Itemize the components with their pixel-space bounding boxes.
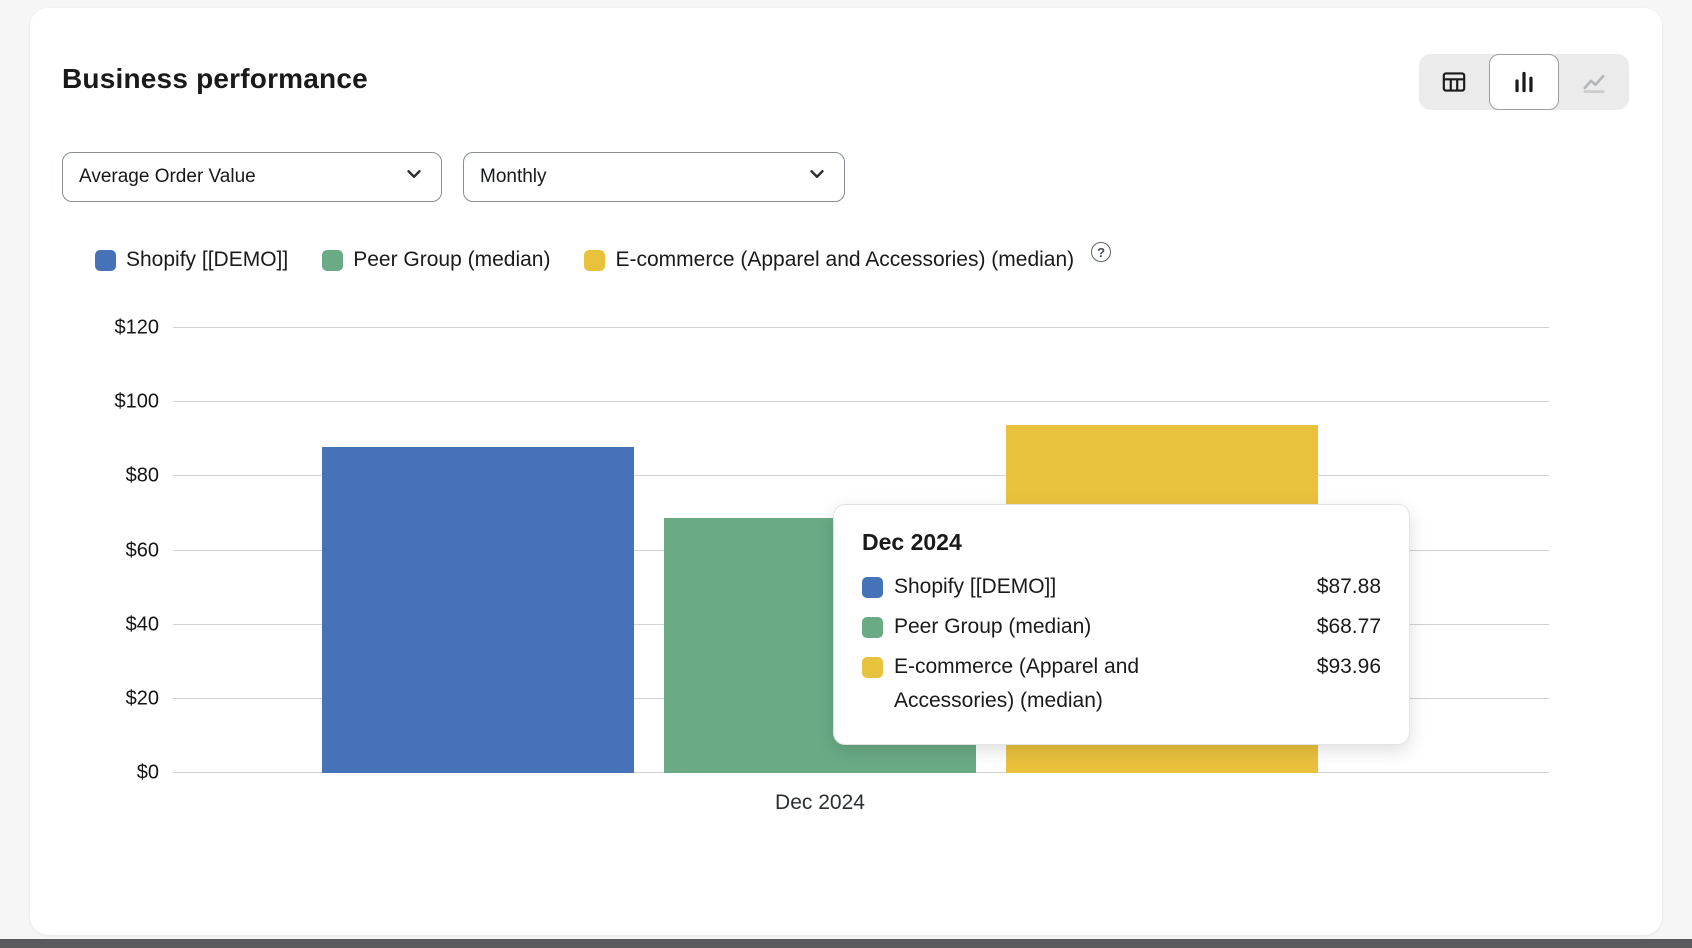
chart-legend: Shopify [[DEMO]] Peer Group (median) E-c…	[95, 248, 1111, 272]
legend-label: Peer Group (median)	[353, 248, 550, 272]
help-icon[interactable]: ?	[1091, 242, 1111, 262]
line-chart-icon	[1579, 67, 1609, 97]
tooltip-swatch	[862, 577, 883, 598]
y-axis-tick: $120	[115, 317, 160, 340]
tooltip-value: $93.96	[1212, 650, 1381, 684]
tooltip-swatch	[862, 617, 883, 638]
legend-item-ecommerce: E-commerce (Apparel and Accessories) (me…	[584, 248, 1111, 272]
period-select[interactable]: Monthly	[463, 152, 845, 202]
tooltip-row: Peer Group (median) $68.77	[862, 610, 1381, 644]
chevron-down-icon	[403, 163, 425, 191]
chart-tooltip: Dec 2024 Shopify [[DEMO]] $87.88 Peer Gr…	[833, 504, 1410, 745]
tooltip-title: Dec 2024	[862, 529, 1381, 556]
y-axis: $0$20$40$60$80$100$120	[30, 328, 159, 773]
y-axis-tick: $100	[115, 391, 160, 414]
legend-label: Shopify [[DEMO]]	[126, 248, 288, 272]
legend-swatch	[584, 250, 605, 271]
y-axis-tick: $60	[126, 539, 159, 562]
x-axis-label: Dec 2024	[775, 791, 865, 815]
legend-item-shopify: Shopify [[DEMO]]	[95, 248, 288, 272]
table-view-button[interactable]	[1419, 54, 1489, 110]
bar-shopify-demo[interactable]	[322, 447, 634, 773]
tooltip-value: $87.88	[1212, 570, 1381, 604]
tooltip-label: E-commerce (Apparel and Accessories) (me…	[894, 650, 1212, 718]
tooltip-value: $68.77	[1212, 610, 1381, 644]
business-performance-card: Business performance	[30, 8, 1662, 935]
chevron-down-icon	[806, 163, 828, 191]
legend-swatch	[95, 250, 116, 271]
table-icon	[1439, 67, 1469, 97]
legend-label: E-commerce (Apparel and Accessories) (me…	[615, 248, 1074, 272]
bar-chart-icon	[1509, 67, 1539, 97]
y-axis-tick: $20	[126, 687, 159, 710]
page-bottom-edge	[0, 939, 1692, 948]
tooltip-swatch	[862, 657, 883, 678]
period-select-value: Monthly	[480, 166, 547, 188]
tooltip-row: Shopify [[DEMO]] $87.88	[862, 570, 1381, 604]
y-axis-tick: $0	[137, 762, 159, 785]
bar-chart-view-button[interactable]	[1489, 54, 1559, 110]
line-chart-view-button[interactable]	[1559, 54, 1629, 110]
tooltip-label: Shopify [[DEMO]]	[894, 570, 1212, 604]
tooltip-row: E-commerce (Apparel and Accessories) (me…	[862, 650, 1381, 718]
page-title: Business performance	[62, 63, 368, 95]
y-axis-tick: $40	[126, 613, 159, 636]
metric-select[interactable]: Average Order Value	[62, 152, 442, 202]
page-background: Business performance	[0, 0, 1692, 948]
legend-item-peer-group: Peer Group (median)	[322, 248, 550, 272]
legend-swatch	[322, 250, 343, 271]
tooltip-label: Peer Group (median)	[894, 610, 1212, 644]
metric-select-value: Average Order Value	[79, 166, 256, 188]
y-axis-tick: $80	[126, 465, 159, 488]
view-toggle-group	[1419, 54, 1629, 110]
